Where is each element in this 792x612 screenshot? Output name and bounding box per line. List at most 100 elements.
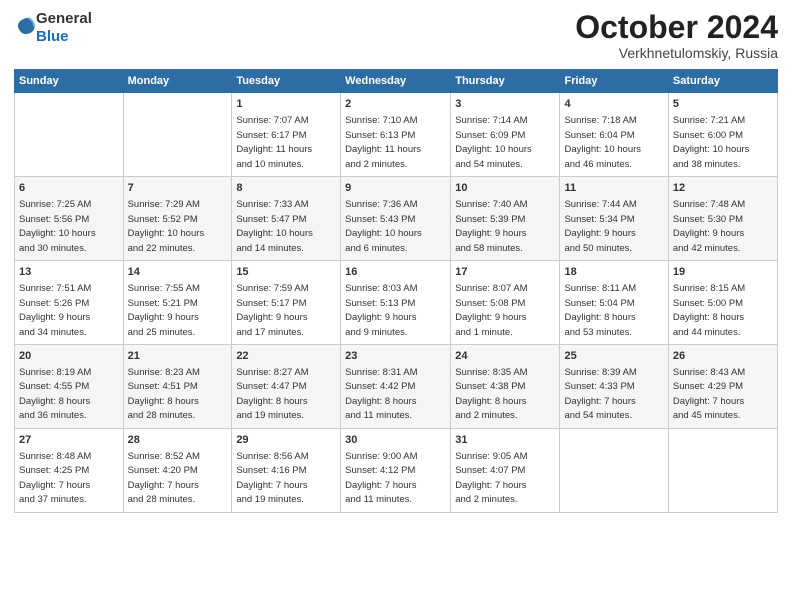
day-number: 5 [673, 97, 773, 113]
calendar-week-2: 6Sunrise: 7:25 AM Sunset: 5:56 PM Daylig… [15, 177, 778, 261]
day-info: Sunrise: 7:18 AM Sunset: 6:04 PM Dayligh… [564, 115, 641, 170]
month-title: October 2024 [575, 10, 778, 45]
day-info: Sunrise: 8:03 AM Sunset: 5:13 PM Dayligh… [345, 283, 417, 338]
day-number: 15 [236, 265, 336, 281]
day-info: Sunrise: 8:52 AM Sunset: 4:20 PM Dayligh… [128, 451, 200, 506]
calendar-cell: 29 Sunrise: 8:56 AM Sunset: 4:16 PM Dayli… [232, 428, 341, 512]
day-info: Sunrise: 8:11 AM Sunset: 5:04 PM Dayligh… [564, 283, 636, 338]
calendar-cell: 19 Sunrise: 8:15 AM Sunset: 5:00 PM Dayli… [668, 261, 777, 345]
day-info: Sunrise: 8:07 AM Sunset: 5:08 PM Dayligh… [455, 283, 527, 338]
day-number: 11 [564, 181, 663, 197]
calendar-cell: 14Sunrise: 7:55 AM Sunset: 5:21 PM Dayli… [123, 261, 232, 345]
calendar-header: SundayMondayTuesdayWednesdayThursdayFrid… [15, 70, 778, 93]
calendar-week-4: 20Sunrise: 8:19 AM Sunset: 4:55 PM Dayli… [15, 345, 778, 429]
day-number: 13 [19, 265, 119, 281]
day-number: 16 [345, 265, 446, 281]
day-number: 22 [236, 349, 336, 365]
weekday-header-row: SundayMondayTuesdayWednesdayThursdayFrid… [15, 70, 778, 93]
day-number: 17 [455, 265, 555, 281]
day-info: Sunrise: 7:44 AM Sunset: 5:34 PM Dayligh… [564, 199, 636, 254]
calendar-cell: 24 Sunrise: 8:35 AM Sunset: 4:38 PM Dayli… [451, 345, 560, 429]
day-number: 1 [236, 97, 336, 113]
calendar-cell: 12 Sunrise: 7:48 AM Sunset: 5:30 PM Dayli… [668, 177, 777, 261]
day-info: Sunrise: 9:00 AM Sunset: 4:12 PM Dayligh… [345, 451, 417, 506]
day-info: Sunrise: 8:23 AM Sunset: 4:51 PM Dayligh… [128, 367, 200, 422]
calendar-cell: 4 Sunrise: 7:18 AM Sunset: 6:04 PM Daylig… [560, 93, 668, 177]
weekday-header-monday: Monday [123, 70, 232, 93]
calendar-cell: 10 Sunrise: 7:40 AM Sunset: 5:39 PM Dayli… [451, 177, 560, 261]
calendar-cell: 1 Sunrise: 7:07 AM Sunset: 6:17 PM Daylig… [232, 93, 341, 177]
day-info: Sunrise: 7:51 AM Sunset: 5:26 PM Dayligh… [19, 283, 91, 338]
day-number: 6 [19, 181, 119, 197]
day-info: Sunrise: 8:31 AM Sunset: 4:42 PM Dayligh… [345, 367, 417, 422]
logo-blue-text: Blue [36, 28, 69, 45]
calendar-week-3: 13 Sunrise: 7:51 AM Sunset: 5:26 PM Dayli… [15, 261, 778, 345]
logo-general-text: General [36, 10, 92, 27]
calendar-cell: 8 Sunrise: 7:33 AM Sunset: 5:47 PM Daylig… [232, 177, 341, 261]
day-info: Sunrise: 8:48 AM Sunset: 4:25 PM Dayligh… [19, 451, 91, 506]
day-number: 27 [19, 433, 119, 449]
day-number: 19 [673, 265, 773, 281]
calendar-cell: 18 Sunrise: 8:11 AM Sunset: 5:04 PM Dayli… [560, 261, 668, 345]
day-number: 3 [455, 97, 555, 113]
day-number: 21 [128, 349, 228, 365]
day-info: Sunrise: 8:56 AM Sunset: 4:16 PM Dayligh… [236, 451, 308, 506]
day-info: Sunrise: 8:43 AM Sunset: 4:29 PM Dayligh… [673, 367, 745, 422]
weekday-header-thursday: Thursday [451, 70, 560, 93]
weekday-header-friday: Friday [560, 70, 668, 93]
day-number: 29 [236, 433, 336, 449]
calendar-cell: 26 Sunrise: 8:43 AM Sunset: 4:29 PM Dayli… [668, 345, 777, 429]
day-info: Sunrise: 7:48 AM Sunset: 5:30 PM Dayligh… [673, 199, 745, 254]
calendar-cell: 15 Sunrise: 7:59 AM Sunset: 5:17 PM Dayli… [232, 261, 341, 345]
logo-icon [16, 16, 36, 36]
calendar-cell: 31Sunrise: 9:05 AM Sunset: 4:07 PM Dayli… [451, 428, 560, 512]
day-info: Sunrise: 7:40 AM Sunset: 5:39 PM Dayligh… [455, 199, 527, 254]
day-info: Sunrise: 8:35 AM Sunset: 4:38 PM Dayligh… [455, 367, 527, 422]
day-info: Sunrise: 7:33 AM Sunset: 5:47 PM Dayligh… [236, 199, 313, 254]
day-number: 4 [564, 97, 663, 113]
title-block: October 2024 Verkhnetulomskiy, Russia [575, 10, 778, 61]
logo: General Blue [14, 10, 92, 46]
calendar-cell: 22 Sunrise: 8:27 AM Sunset: 4:47 PM Dayli… [232, 345, 341, 429]
weekday-header-sunday: Sunday [15, 70, 124, 93]
day-number: 10 [455, 181, 555, 197]
calendar-week-5: 27 Sunrise: 8:48 AM Sunset: 4:25 PM Dayli… [15, 428, 778, 512]
day-info: Sunrise: 7:29 AM Sunset: 5:52 PM Dayligh… [128, 199, 205, 254]
header: General Blue October 2024 Verkhnetulomsk… [14, 10, 778, 61]
calendar-cell: 25Sunrise: 8:39 AM Sunset: 4:33 PM Dayli… [560, 345, 668, 429]
calendar-cell: 21 Sunrise: 8:23 AM Sunset: 4:51 PM Dayli… [123, 345, 232, 429]
day-info: Sunrise: 7:14 AM Sunset: 6:09 PM Dayligh… [455, 115, 532, 170]
calendar-cell: 7 Sunrise: 7:29 AM Sunset: 5:52 PM Daylig… [123, 177, 232, 261]
calendar-cell: 17 Sunrise: 8:07 AM Sunset: 5:08 PM Dayli… [451, 261, 560, 345]
calendar-cell: 6Sunrise: 7:25 AM Sunset: 5:56 PM Daylig… [15, 177, 124, 261]
calendar-week-1: 1 Sunrise: 7:07 AM Sunset: 6:17 PM Daylig… [15, 93, 778, 177]
day-number: 23 [345, 349, 446, 365]
day-info: Sunrise: 7:21 AM Sunset: 6:00 PM Dayligh… [673, 115, 750, 170]
day-number: 2 [345, 97, 446, 113]
calendar-cell: 5 Sunrise: 7:21 AM Sunset: 6:00 PM Daylig… [668, 93, 777, 177]
calendar-body: 1 Sunrise: 7:07 AM Sunset: 6:17 PM Daylig… [15, 93, 778, 513]
weekday-header-saturday: Saturday [668, 70, 777, 93]
day-number: 26 [673, 349, 773, 365]
day-info: Sunrise: 7:55 AM Sunset: 5:21 PM Dayligh… [128, 283, 200, 338]
calendar-cell: 30Sunrise: 9:00 AM Sunset: 4:12 PM Dayli… [341, 428, 451, 512]
day-number: 7 [128, 181, 228, 197]
calendar-page: General Blue October 2024 Verkhnetulomsk… [0, 0, 792, 612]
day-info: Sunrise: 7:36 AM Sunset: 5:43 PM Dayligh… [345, 199, 422, 254]
calendar-cell: 13 Sunrise: 7:51 AM Sunset: 5:26 PM Dayli… [15, 261, 124, 345]
day-info: Sunrise: 8:15 AM Sunset: 5:00 PM Dayligh… [673, 283, 745, 338]
day-info: Sunrise: 8:27 AM Sunset: 4:47 PM Dayligh… [236, 367, 308, 422]
day-number: 31 [455, 433, 555, 449]
calendar-cell: 23 Sunrise: 8:31 AM Sunset: 4:42 PM Dayli… [341, 345, 451, 429]
day-number: 12 [673, 181, 773, 197]
day-info: Sunrise: 7:07 AM Sunset: 6:17 PM Dayligh… [236, 115, 312, 170]
day-number: 18 [564, 265, 663, 281]
calendar-cell [123, 93, 232, 177]
day-info: Sunrise: 7:59 AM Sunset: 5:17 PM Dayligh… [236, 283, 308, 338]
day-number: 28 [128, 433, 228, 449]
weekday-header-wednesday: Wednesday [341, 70, 451, 93]
calendar-cell: 28 Sunrise: 8:52 AM Sunset: 4:20 PM Dayli… [123, 428, 232, 512]
day-number: 24 [455, 349, 555, 365]
day-number: 25 [564, 349, 663, 365]
day-number: 8 [236, 181, 336, 197]
